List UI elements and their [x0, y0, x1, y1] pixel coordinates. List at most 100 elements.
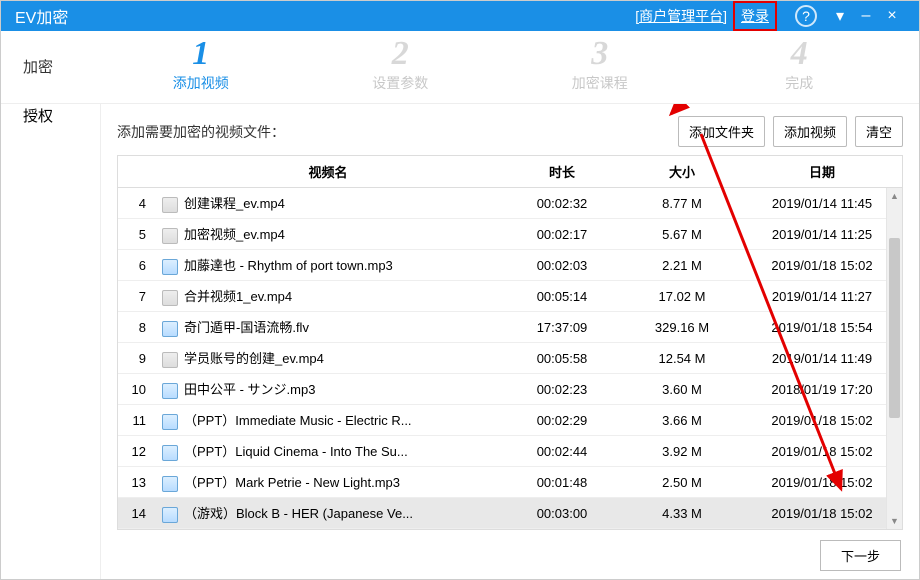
row-duration: 00:02:03 [502, 252, 622, 279]
merchant-platform-link[interactable]: [商户管理平台] [635, 6, 727, 26]
scroll-down-icon[interactable]: ▼ [887, 513, 902, 529]
file-icon [162, 476, 178, 492]
prompt-label: 添加需要加密的视频文件： [117, 122, 285, 142]
help-icon[interactable]: ? [795, 5, 817, 27]
row-index: 12 [118, 438, 154, 465]
row-name: （PPT）Mark Petrie - New Light.mp3 [154, 466, 502, 498]
file-icon [162, 445, 178, 461]
row-date: 2018/01/19 17:20 [742, 376, 902, 403]
table-row[interactable]: 5加密视频_ev.mp400:02:175.67 M2019/01/14 11:… [118, 219, 902, 250]
row-size: 3.66 M [622, 407, 742, 434]
row-index: 4 [118, 190, 154, 217]
row-name: 学员账号的创建_ev.mp4 [154, 342, 502, 374]
table-row[interactable]: 9学员账号的创建_ev.mp400:05:5812.54 M2019/01/14… [118, 343, 902, 374]
sidebar-item-authorize[interactable]: 授权 [1, 91, 100, 140]
file-icon [162, 228, 178, 244]
scrollbar-thumb[interactable] [889, 238, 900, 418]
toolbar: 添加需要加密的视频文件： 添加文件夹 添加视频 清空 [117, 116, 903, 147]
row-duration: 00:02:23 [502, 376, 622, 403]
file-icon [162, 383, 178, 399]
row-index: 7 [118, 283, 154, 310]
row-name: 田中公平 - サンジ.mp3 [154, 373, 502, 405]
minimize-button[interactable]: – [853, 7, 879, 25]
row-duration: 00:02:17 [502, 221, 622, 248]
file-icon [162, 414, 178, 430]
step-set-params[interactable]: 2 设置参数 [301, 37, 501, 93]
row-duration: 00:05:14 [502, 283, 622, 310]
next-button[interactable]: 下一步 [820, 540, 901, 571]
row-name: （PPT）Immediate Music - Electric R... [154, 404, 502, 436]
row-size: 3.92 M [622, 438, 742, 465]
file-icon [162, 321, 178, 337]
table-row[interactable]: 8奇门遁甲-国语流畅.flv17:37:09329.16 M2019/01/18… [118, 312, 902, 343]
row-index: 5 [118, 221, 154, 248]
row-duration: 00:05:58 [502, 345, 622, 372]
sidebar-item-encrypt[interactable]: 加密 [1, 42, 100, 91]
file-icon [162, 290, 178, 306]
row-date: 2019/01/14 11:49 [742, 345, 902, 372]
add-video-button[interactable]: 添加视频 [773, 116, 847, 147]
file-icon [162, 259, 178, 275]
row-duration: 17:37:09 [502, 314, 622, 341]
menu-icon[interactable]: ▾ [827, 6, 853, 26]
scroll-up-icon[interactable]: ▲ [887, 188, 902, 204]
row-size: 17.02 M [622, 283, 742, 310]
table-row[interactable]: 7合并视频1_ev.mp400:05:1417.02 M2019/01/14 1… [118, 281, 902, 312]
table-row[interactable]: 11（PPT）Immediate Music - Electric R...00… [118, 405, 902, 436]
row-name: 创建课程_ev.mp4 [154, 188, 502, 219]
row-size: 4.33 M [622, 500, 742, 527]
row-name: 加密视频_ev.mp4 [154, 218, 502, 250]
content-area: 添加需要加密的视频文件： 添加文件夹 添加视频 清空 视频名 时长 大小 日期 [101, 104, 919, 579]
row-duration: 00:02:32 [502, 190, 622, 217]
row-date: 2019/01/18 15:02 [742, 500, 902, 527]
row-date: 2019/01/14 11:25 [742, 221, 902, 248]
login-link[interactable]: 登录 [733, 1, 777, 31]
table-header: 视频名 时长 大小 日期 [118, 156, 902, 188]
titlebar: EV加密 [商户管理平台] 登录 ? ▾ – × [1, 1, 919, 31]
row-name: 合并视频1_ev.mp4 [154, 280, 502, 312]
row-index: 6 [118, 252, 154, 279]
table-row[interactable]: 14（游戏）Block B - HER (Japanese Ve...00:03… [118, 498, 902, 529]
row-index: 11 [118, 407, 154, 434]
row-name: （游戏）Block B - HER (Japanese Ve... [154, 497, 502, 529]
app-title: EV加密 [15, 4, 68, 28]
row-date: 2019/01/18 15:02 [742, 438, 902, 465]
row-duration: 00:02:44 [502, 438, 622, 465]
scrollbar[interactable]: ▲ ▼ [886, 188, 902, 529]
col-size[interactable]: 大小 [622, 156, 742, 187]
step-encrypt-course[interactable]: 3 加密课程 [500, 37, 700, 93]
row-size: 3.60 M [622, 376, 742, 403]
row-date: 2019/01/18 15:02 [742, 407, 902, 434]
row-date: 2019/01/18 15:54 [742, 314, 902, 341]
row-name: （PPT）Liquid Cinema - Into The Su... [154, 435, 502, 467]
row-index: 10 [118, 376, 154, 403]
row-size: 2.50 M [622, 469, 742, 496]
close-button[interactable]: × [879, 7, 905, 25]
row-name: 加藤達也 - Rhythm of port town.mp3 [154, 249, 502, 281]
clear-button[interactable]: 清空 [855, 116, 903, 147]
footer: 下一步 [117, 530, 903, 571]
table-row[interactable]: 6加藤達也 - Rhythm of port town.mp300:02:032… [118, 250, 902, 281]
row-size: 8.77 M [622, 190, 742, 217]
row-index: 8 [118, 314, 154, 341]
add-folder-button[interactable]: 添加文件夹 [678, 116, 765, 147]
file-icon [162, 507, 178, 523]
row-size: 5.67 M [622, 221, 742, 248]
step-complete[interactable]: 4 完成 [700, 37, 900, 93]
row-duration: 00:02:29 [502, 407, 622, 434]
table-row[interactable]: 4创建课程_ev.mp400:02:328.77 M2019/01/14 11:… [118, 188, 902, 219]
steps-bar: 1 添加视频 2 设置参数 3 加密课程 4 完成 [1, 31, 919, 104]
step-add-video[interactable]: 1 添加视频 [101, 37, 301, 93]
file-table: 视频名 时长 大小 日期 4创建课程_ev.mp400:02:328.77 M2… [117, 155, 903, 530]
table-row[interactable]: 13（PPT）Mark Petrie - New Light.mp300:01:… [118, 467, 902, 498]
row-index: 9 [118, 345, 154, 372]
col-name[interactable]: 视频名 [154, 156, 502, 187]
table-row[interactable]: 10田中公平 - サンジ.mp300:02:233.60 M2018/01/19… [118, 374, 902, 405]
row-index: 14 [118, 500, 154, 527]
row-duration: 00:03:00 [502, 500, 622, 527]
row-size: 2.21 M [622, 252, 742, 279]
col-date[interactable]: 日期 [742, 156, 902, 187]
col-duration[interactable]: 时长 [502, 156, 622, 187]
app-window: EV加密 [商户管理平台] 登录 ? ▾ – × 1 添加视频 2 设置参数 3… [0, 0, 920, 580]
table-row[interactable]: 12（PPT）Liquid Cinema - Into The Su...00:… [118, 436, 902, 467]
